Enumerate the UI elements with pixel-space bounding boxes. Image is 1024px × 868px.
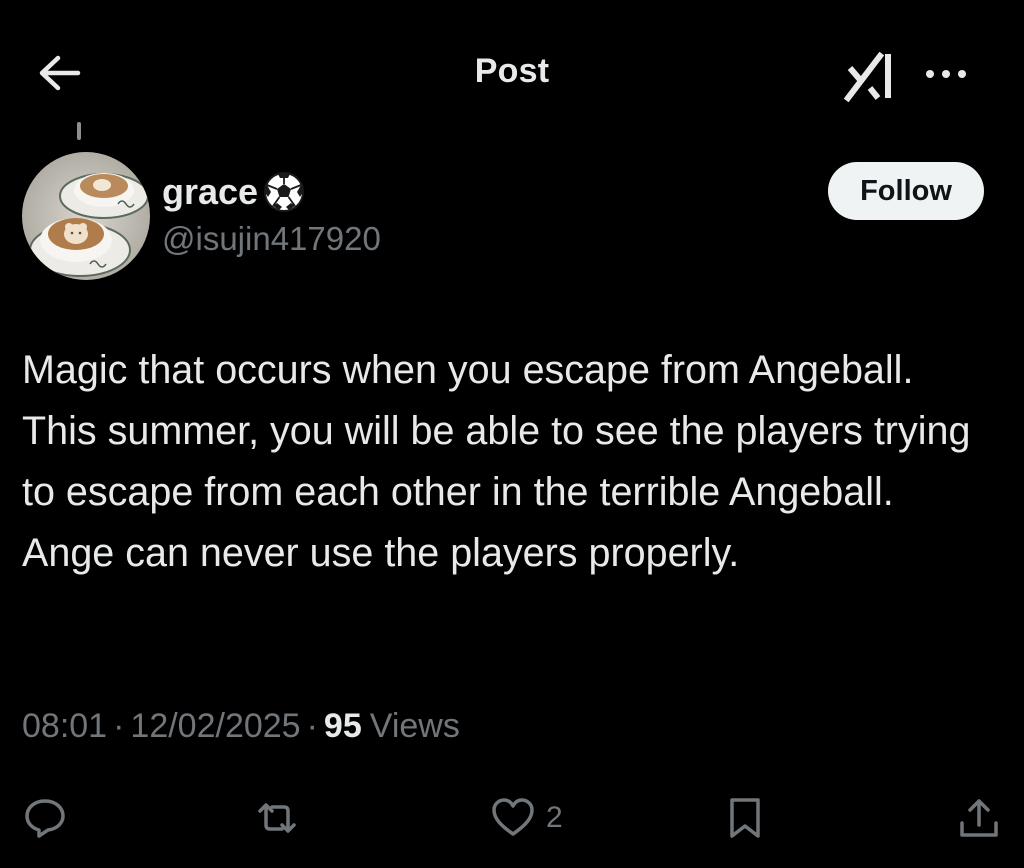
views-count[interactable]: 95	[324, 707, 362, 746]
avatar[interactable]	[22, 152, 150, 280]
user-handle[interactable]: @isujin417920	[162, 220, 381, 258]
avatar-coffee-cups-image	[22, 152, 150, 280]
post-meta: 08:01 · 12/02/2025 · 95 Views	[22, 707, 460, 746]
back-button[interactable]	[30, 50, 86, 96]
views-label[interactable]: Views	[370, 707, 460, 746]
display-name: grace	[162, 171, 259, 212]
reply-icon	[25, 799, 65, 838]
more-options-button[interactable]	[918, 56, 974, 92]
arrow-left-icon	[39, 55, 81, 91]
meta-separator: ·	[306, 707, 318, 745]
repost-icon	[258, 803, 296, 833]
more-dots-icon	[926, 70, 966, 78]
reply-button[interactable]	[22, 790, 68, 846]
repost-button[interactable]	[254, 790, 300, 846]
post-date[interactable]: 12/02/2025	[130, 707, 300, 746]
post-time[interactable]: 08:01	[22, 707, 107, 746]
follow-button[interactable]: Follow	[828, 162, 984, 220]
thread-connector-line	[77, 122, 81, 140]
share-button[interactable]	[956, 790, 1002, 846]
display-name-row[interactable]: grace	[162, 166, 306, 218]
grok-button[interactable]	[840, 46, 902, 104]
share-icon	[960, 799, 998, 837]
bookmark-icon	[730, 798, 760, 838]
top-bar: Post	[0, 0, 1024, 122]
page-title: Post	[474, 52, 550, 90]
soccer-ball-icon	[262, 170, 306, 214]
like-button[interactable]: 2	[490, 790, 563, 846]
post-text: Magic that occurs when you escape from A…	[22, 348, 971, 575]
like-count: 2	[546, 801, 563, 834]
grok-logo-icon	[843, 51, 891, 103]
bookmark-button[interactable]	[722, 790, 768, 846]
meta-separator: ·	[113, 707, 125, 745]
heart-icon	[492, 798, 534, 836]
action-bar: 2	[0, 790, 1024, 850]
